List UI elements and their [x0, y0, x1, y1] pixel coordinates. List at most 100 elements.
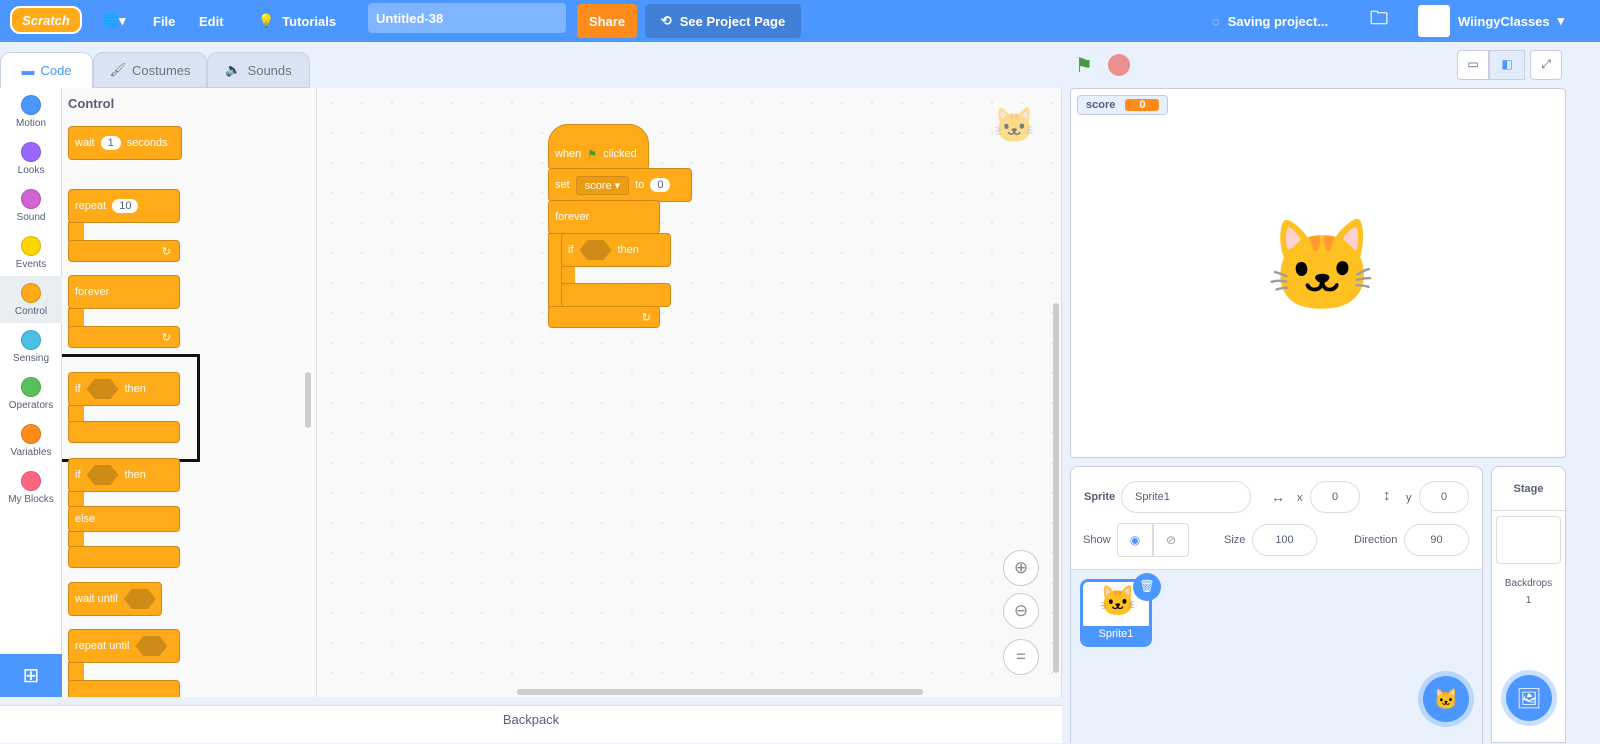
if-else-end — [68, 546, 180, 568]
account-menu[interactable]: WiingyClasses ▾ — [1418, 0, 1564, 42]
forever-block[interactable]: forever — [548, 200, 660, 234]
large-stage-button[interactable]: ◧ — [1489, 50, 1525, 80]
if-then-block[interactable]: if then — [68, 372, 180, 406]
cat-thumbnail: 🐱 — [1099, 585, 1137, 618]
block-input[interactable]: 10 — [112, 199, 139, 213]
block-text: then — [124, 383, 146, 395]
x-label: x — [1297, 492, 1303, 504]
x-arrows-icon: ↔ — [1271, 489, 1285, 505]
show-visible-button[interactable]: ◉ — [1117, 523, 1153, 557]
category-dot-icon — [21, 424, 41, 444]
condition-slot[interactable] — [135, 636, 168, 656]
backdrop-thumbnail[interactable] — [1496, 516, 1561, 564]
category-looks[interactable]: Looks — [0, 135, 62, 182]
scratch-logo[interactable]: Scratch — [10, 6, 82, 34]
zoom-reset-button[interactable]: = — [1003, 639, 1039, 675]
vertical-scrollbar[interactable] — [1053, 303, 1059, 673]
cat-plus-icon: 🐱 — [1433, 688, 1459, 711]
block-text: set — [555, 179, 570, 191]
cat-sprite[interactable]: 🐱 — [1266, 214, 1378, 319]
category-variables[interactable]: Variables — [0, 417, 62, 464]
lightbulb-icon: 💡 — [258, 13, 275, 28]
tab-costumes[interactable]: 🖌 Costumes — [93, 52, 207, 88]
category-label: Control — [14, 306, 48, 317]
condition-slot[interactable] — [86, 379, 119, 399]
choose-backdrop-button[interactable]: 🖼 — [1506, 675, 1552, 721]
sprite-name-input[interactable]: Sprite1 — [1121, 481, 1251, 513]
category-operators[interactable]: Operators — [0, 370, 62, 417]
wait-until-block[interactable]: wait until — [68, 582, 162, 616]
wait-seconds-block[interactable]: wait 1 seconds — [68, 126, 182, 160]
tab-code[interactable]: ▬ Code — [0, 52, 93, 88]
if-else-block[interactable]: if then — [68, 458, 180, 492]
if-end — [561, 283, 671, 307]
delete-sprite-button[interactable]: 🗑 — [1133, 573, 1161, 601]
palette-scrollbar[interactable] — [305, 372, 311, 428]
x-input[interactable]: 0 — [1310, 481, 1360, 513]
condition-slot[interactable] — [579, 240, 612, 260]
category-events[interactable]: Events — [0, 229, 62, 276]
category-sensing[interactable]: Sensing — [0, 323, 62, 370]
show-hidden-button[interactable]: ⊘ — [1153, 523, 1189, 557]
avatar — [1418, 5, 1450, 37]
sprite-thumb-label: Sprite1 — [1083, 626, 1149, 644]
forever-block[interactable]: forever — [68, 275, 180, 309]
repeat-until-block[interactable]: repeat until — [68, 629, 180, 663]
script-area[interactable]: 🐱 when ⚑ clicked set score ▾ to 0 forever if t… — [317, 88, 1062, 697]
category-motion[interactable]: Motion — [0, 88, 62, 135]
score-monitor: score 0 — [1077, 95, 1169, 115]
block-text: then — [617, 244, 639, 256]
repeat-block[interactable]: repeat 10 — [68, 189, 180, 223]
category-dot-icon — [21, 283, 41, 303]
trash-icon: 🗑 — [1139, 579, 1155, 593]
size-input[interactable]: 100 — [1252, 524, 1317, 556]
when-flag-clicked-block[interactable]: when ⚑ clicked — [548, 124, 649, 170]
backdrops-count: 1 — [1525, 595, 1532, 606]
language-globe-icon[interactable]: 🌐▾ — [103, 0, 126, 42]
y-input[interactable]: 0 — [1419, 481, 1469, 513]
block-input[interactable]: 1 — [100, 136, 121, 150]
small-stage-button[interactable]: ▭ — [1457, 50, 1489, 80]
folder-icon[interactable]: 🗀 — [1370, 0, 1388, 42]
zoom-in-button[interactable]: ⊕ — [1003, 550, 1039, 586]
green-flag-button[interactable]: ⚑ — [1075, 53, 1093, 78]
backpack[interactable]: Backpack — [0, 705, 1062, 743]
tutorials-button[interactable]: 💡 Tutorials — [258, 0, 336, 42]
block-input[interactable]: 0 — [650, 178, 671, 192]
horizontal-scrollbar[interactable] — [517, 689, 923, 695]
loop-arrow-icon: ↻ — [68, 240, 180, 262]
palette-heading: Control — [68, 96, 115, 111]
category-my-blocks[interactable]: My Blocks — [0, 464, 62, 511]
zoom-out-button[interactable]: ⊖ — [1003, 593, 1039, 629]
direction-input[interactable]: 90 — [1404, 524, 1469, 556]
eye-slash-icon: ⊘ — [1165, 533, 1177, 547]
add-extension-button[interactable]: ⊞ — [0, 654, 62, 697]
monitor-label: score — [1086, 99, 1116, 111]
if-end — [68, 421, 180, 443]
see-project-page-label: See Project Page — [679, 13, 786, 29]
choose-sprite-button[interactable]: 🐱 — [1423, 676, 1469, 722]
category-control[interactable]: Control — [0, 276, 62, 323]
see-project-page-button[interactable]: ⟲ See Project Page — [645, 4, 801, 38]
tab-sounds[interactable]: 🔈 Sounds — [207, 52, 310, 88]
block-text: if — [75, 469, 81, 481]
set-variable-block[interactable]: set score ▾ to 0 — [548, 168, 692, 202]
stage-pane[interactable]: Stage Backdrops 1 🖼 — [1491, 466, 1566, 743]
block-text: wait — [75, 137, 95, 149]
project-title-input[interactable]: Untitled-38 — [368, 3, 566, 33]
condition-slot[interactable] — [86, 465, 119, 485]
file-menu[interactable]: File — [153, 0, 175, 42]
if-then-block[interactable]: if then — [561, 233, 671, 267]
spinner-icon: ◌ — [1212, 13, 1220, 29]
block-text: then — [124, 469, 146, 481]
saving-status: ◌ Saving project... — [1212, 0, 1328, 42]
category-sound[interactable]: Sound — [0, 182, 62, 229]
variable-dropdown[interactable]: score ▾ — [575, 175, 630, 195]
stage-title: Stage — [1492, 467, 1565, 511]
fullscreen-button[interactable]: ⤢ — [1530, 50, 1562, 80]
edit-menu[interactable]: Edit — [199, 0, 224, 42]
condition-slot[interactable] — [123, 589, 156, 609]
stop-button[interactable] — [1108, 54, 1130, 76]
share-button[interactable]: Share — [577, 4, 637, 38]
stage-canvas[interactable]: score 0 🐱 — [1070, 88, 1566, 458]
